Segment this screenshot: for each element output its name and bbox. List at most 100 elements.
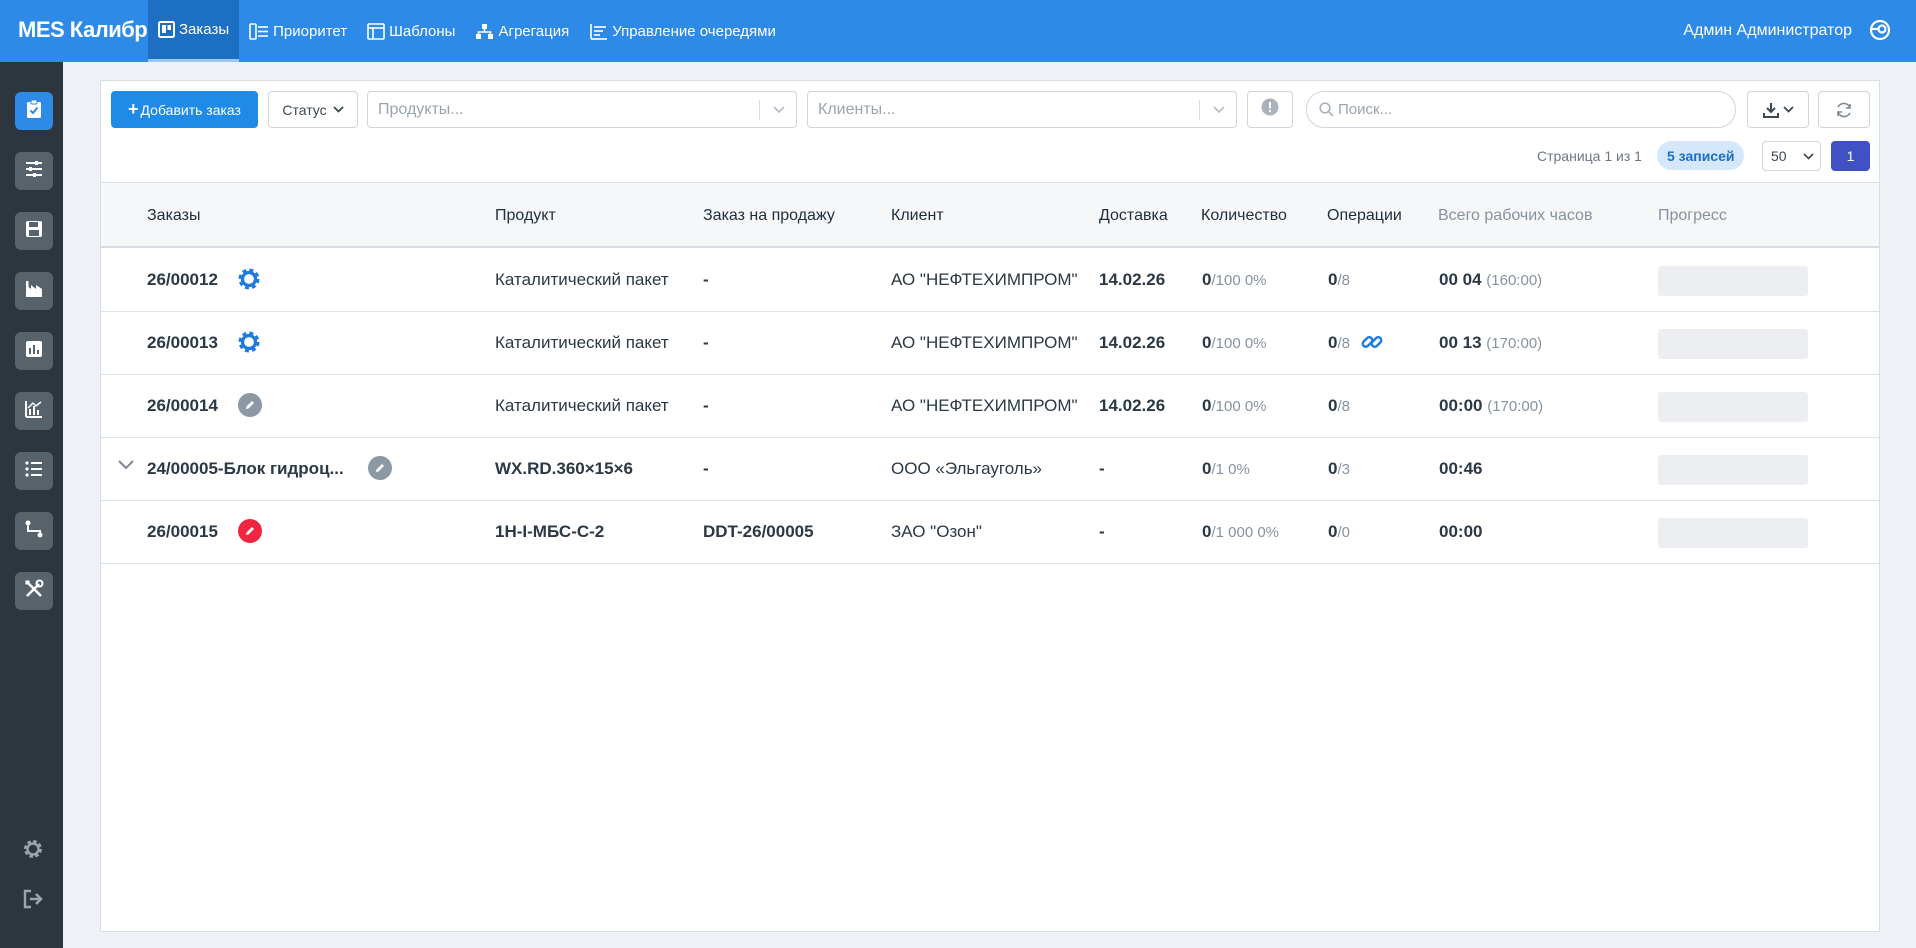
sidebar-item-reports[interactable] — [15, 332, 53, 370]
nav-label: Шаблоны — [389, 22, 456, 40]
chevron-down-icon — [1212, 102, 1226, 121]
client-cell: АО "НЕФТЕХИМПРОМ" — [891, 333, 1078, 352]
add-order-label: Добавить заказ — [140, 101, 241, 118]
per-page-value: 50 — [1771, 148, 1787, 164]
column-header-progress: Прогресс — [1658, 207, 1727, 224]
status-filter-button[interactable]: Статус — [268, 91, 358, 128]
per-page-select[interactable]: 50 — [1762, 141, 1821, 171]
quantity-cell: 0/100 0% — [1202, 396, 1267, 416]
order-number[interactable]: 26/00012 — [147, 270, 218, 290]
client-cell: ООО «Эльгауголь» — [891, 459, 1043, 478]
nav-item-priority[interactable]: Приоритет — [239, 0, 357, 62]
sidebar-item-list[interactable] — [15, 452, 53, 490]
column-header-orders[interactable]: Заказы — [147, 207, 200, 225]
export-button[interactable] — [1747, 91, 1809, 128]
factory-icon — [24, 279, 44, 304]
gear-icon[interactable] — [236, 329, 262, 355]
column-header-operations[interactable]: Операции — [1327, 207, 1402, 225]
column-header-quantity[interactable]: Количество — [1201, 207, 1287, 225]
sidebar-item-orders[interactable] — [15, 92, 53, 130]
operations-cell: 0/8 — [1328, 333, 1350, 353]
orders-icon — [24, 99, 44, 124]
product-cell: WX.RD.360×15×6 — [495, 459, 633, 478]
order-number[interactable]: 26/00014 — [147, 396, 218, 416]
edit-red-icon[interactable] — [237, 518, 263, 544]
bar-chart-icon — [24, 339, 44, 364]
sales-order-cell: DDT-26/00005 — [703, 522, 814, 541]
order-number[interactable]: 26/00015 — [147, 522, 218, 542]
progress-bar — [1658, 455, 1808, 485]
operations-total: /8 — [1337, 335, 1350, 352]
column-header-sales-order[interactable]: Заказ на продажу — [703, 207, 835, 225]
chevron-down-icon — [772, 102, 786, 121]
chevron-down-icon — [1782, 106, 1794, 113]
hours-plan: (160:00) — [1486, 272, 1543, 289]
sales-order-cell: - — [703, 333, 709, 352]
table-row[interactable]: 24/00005-Блок гидроц... WX.RD.360×15×6 -… — [101, 438, 1879, 501]
delivery-cell: 14.02.26 — [1099, 333, 1166, 352]
clients-select[interactable]: Клиенты... — [807, 91, 1237, 128]
status-filter-label: Статус — [282, 101, 327, 118]
nav-label: Агрегация — [498, 22, 570, 40]
route-icon — [24, 519, 44, 544]
progress-bar — [1658, 392, 1808, 422]
page-button-current[interactable]: 1 — [1831, 141, 1870, 171]
table-row[interactable]: 26/00012 Каталитический пакет - АО "НЕФТ… — [101, 249, 1879, 312]
sidebar-item-save[interactable] — [15, 212, 53, 250]
sidebar-logout[interactable] — [20, 888, 46, 914]
products-select[interactable]: Продукты... — [367, 91, 797, 128]
template-icon — [367, 22, 385, 40]
user-name[interactable]: Админ Администратор — [1683, 22, 1852, 40]
priority-icon — [249, 22, 269, 40]
user-profile-icon[interactable] — [1868, 18, 1892, 47]
table-row[interactable]: 26/00015 1Н-I-МБС-С-2 DDT-26/00005 ЗАО "… — [101, 501, 1879, 564]
operations-cell: 0/0 — [1328, 522, 1350, 542]
hours-spent: 00:00 — [1439, 396, 1483, 415]
column-header-delivery[interactable]: Доставка — [1099, 207, 1168, 225]
column-header-client[interactable]: Клиент — [891, 207, 944, 225]
order-number[interactable]: 24/00005-Блок гидроц... — [147, 459, 344, 479]
top-bar: MES Калибр Заказы Приоритет Шаблоны Агре… — [0, 0, 1916, 62]
hours-cell: 00:46 — [1439, 459, 1482, 479]
progress-bar — [1658, 329, 1808, 359]
chevron-down-icon[interactable] — [117, 458, 135, 476]
sidebar-item-factory[interactable] — [15, 272, 53, 310]
sidebar — [0, 62, 63, 948]
sales-order-cell: - — [703, 396, 709, 415]
quantity-total: /100 0% — [1211, 398, 1267, 415]
quantity-cell: 0/100 0% — [1202, 333, 1267, 353]
add-order-button[interactable]: + Добавить заказ — [111, 91, 258, 128]
toolbar: + Добавить заказ Статус Продукты... Клие… — [101, 81, 1879, 181]
main-nav: Заказы Приоритет Шаблоны Агрегация Управ… — [148, 0, 786, 62]
sidebar-item-filter[interactable] — [15, 152, 53, 190]
column-header-product[interactable]: Продукт — [495, 207, 556, 225]
client-cell: АО "НЕФТЕХИМПРОМ" — [891, 396, 1078, 415]
sidebar-item-tools[interactable] — [15, 572, 53, 610]
analytics-icon — [24, 399, 44, 424]
edit-grey-icon[interactable] — [237, 392, 263, 418]
operations-cell: 0/8 — [1328, 396, 1350, 416]
nav-item-orders[interactable]: Заказы — [148, 0, 240, 62]
link-icon[interactable] — [1359, 329, 1385, 355]
table-row[interactable]: 26/00013 Каталитический пакет - АО "НЕФТ… — [101, 312, 1879, 375]
hours-plan: (170:00) — [1486, 335, 1543, 352]
alert-filter-button[interactable] — [1247, 91, 1293, 128]
sidebar-item-routes[interactable] — [15, 512, 53, 550]
search-input[interactable]: Поиск... — [1306, 91, 1736, 128]
app-logo[interactable]: MES Калибр — [18, 17, 148, 43]
nav-item-queues[interactable]: Управление очередями — [579, 0, 786, 62]
gear-icon[interactable] — [236, 266, 262, 292]
nav-item-aggregation[interactable]: Агрегация — [465, 0, 579, 62]
nav-label: Управление очередями — [612, 22, 776, 40]
table-row[interactable]: 26/00014 Каталитический пакет - АО "НЕФТ… — [101, 375, 1879, 438]
edit-grey-icon[interactable] — [367, 455, 393, 481]
nav-item-templates[interactable]: Шаблоны — [357, 0, 465, 62]
products-placeholder: Продукты... — [378, 101, 464, 118]
column-header-total-hours: Всего рабочих часов — [1438, 207, 1593, 224]
queue-icon — [589, 23, 608, 40]
nav-label: Приоритет — [273, 22, 348, 40]
sidebar-settings[interactable] — [20, 838, 46, 864]
order-number[interactable]: 26/00013 — [147, 333, 218, 353]
refresh-button[interactable] — [1818, 91, 1870, 128]
sidebar-item-analytics[interactable] — [15, 392, 53, 430]
